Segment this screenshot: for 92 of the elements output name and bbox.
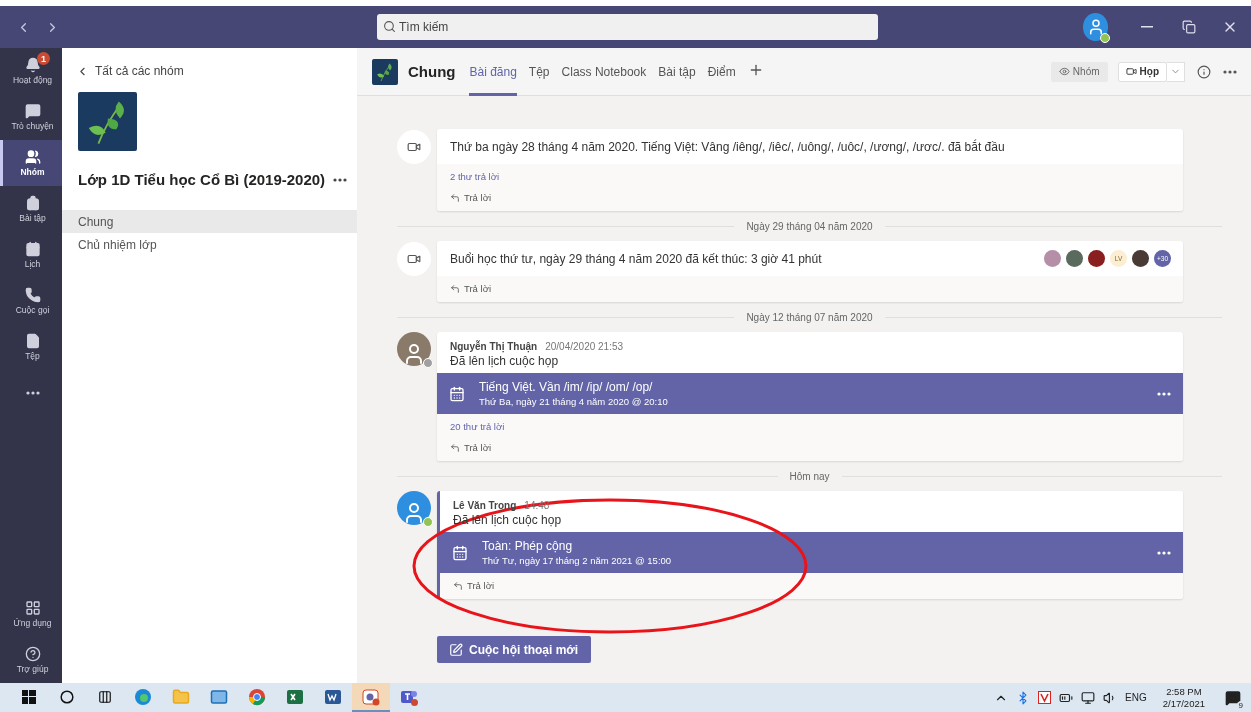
- tab[interactable]: Điểm: [707, 47, 736, 96]
- rail-item[interactable]: Tệp: [0, 324, 62, 370]
- browser-icon: [134, 687, 152, 706]
- rail-item[interactable]: Trợ giúp: [0, 637, 62, 683]
- author-name: Nguyễn Thị Thuận: [450, 341, 538, 352]
- meet-button[interactable]: Họp: [1117, 61, 1167, 82]
- browser-icon: [248, 687, 266, 706]
- rail-item[interactable]: Cuộc gọi: [0, 278, 62, 324]
- post-time: 20/04/2020 21:53: [545, 341, 624, 352]
- more-icon[interactable]: [1157, 391, 1171, 396]
- event-time: Thứ Tư, ngày 17 tháng 2 năm 2021 @ 15:00: [482, 555, 673, 566]
- team-name: Lớp 1D Tiểu học Cổ Bì (2019-2020): [78, 171, 326, 188]
- meeting-app-icon: [361, 686, 381, 707]
- channel-title: Chung: [408, 63, 456, 80]
- date-divider: Ngày 12 tháng 07 năm 2020: [745, 311, 874, 323]
- minimize-icon: [1141, 26, 1154, 28]
- apps-icon: [24, 600, 41, 616]
- reply-arrow-icon: [450, 192, 460, 203]
- event-title: Toàn: Phép cộng: [482, 539, 574, 553]
- help-icon: [24, 646, 41, 662]
- video-camera-icon: [1125, 66, 1137, 77]
- reply-arrow-icon: [453, 580, 463, 591]
- meeting-event-bar[interactable]: Toàn: Phép cộng Thứ Tư, ngày 17 tháng 2 năm 2021 @ 15:00: [440, 532, 1183, 573]
- status-dot: [1100, 33, 1111, 43]
- phone-icon: [24, 287, 41, 303]
- reply-arrow-icon: [450, 283, 460, 294]
- rail-item[interactable]: Trò chuyện: [0, 94, 62, 140]
- tab[interactable]: Bài tập: [658, 47, 696, 96]
- calendar-icon: [452, 544, 468, 561]
- eye-icon: [1058, 66, 1070, 77]
- network-icon[interactable]: [1081, 690, 1096, 705]
- meeting-message: Thứ ba ngày 28 tháng 4 năm 2020. Tiếng Việt: Vâng /iêng/, /iêc/, /uông/, /uôc/, /ương/, /ươc/. đã bắt đầu: [450, 139, 1005, 154]
- tab[interactable]: Tệp: [528, 47, 550, 96]
- clock[interactable]: 2:58 PM 2/17/2021: [1162, 685, 1205, 710]
- new-conversation-button[interactable]: Cuộc hội thoại mới: [437, 636, 591, 663]
- calendar-icon: [24, 241, 41, 257]
- more-icon: [1223, 69, 1237, 74]
- folder-icon: [172, 687, 190, 706]
- meeting-message: Buổi học thứ tư, ngày 29 tháng 4 năm 2020 đã kết thúc: 3 giờ 41 phút: [450, 251, 822, 266]
- antivirus-icon[interactable]: [1038, 691, 1052, 704]
- replies-link[interactable]: 20 thư trả lời: [450, 421, 1170, 432]
- reply-link[interactable]: Trả lời: [450, 192, 1170, 203]
- language-indicator[interactable]: ENG: [1125, 692, 1147, 703]
- search-icon: [383, 20, 396, 33]
- spreadsheet-icon: [286, 687, 304, 706]
- chat-icon: [24, 103, 41, 119]
- calendar-icon: [449, 385, 465, 402]
- video-camera-icon: [407, 252, 421, 266]
- notification-icon: [1225, 689, 1241, 706]
- reply-arrow-icon: [450, 442, 460, 453]
- meeting-event-bar[interactable]: Tiếng Việt. Vần /im/ /ip/ /om/ /op/ Thứ Ba, ngày 21 tháng 4 năm 2020 @ 20:10: [437, 373, 1183, 414]
- compose-icon: [449, 642, 463, 657]
- author-name: Lê Văn Trọng: [453, 500, 517, 511]
- circle-icon: [60, 689, 74, 704]
- team-button[interactable]: Nhóm: [1050, 61, 1108, 82]
- notifications-button[interactable]: 9: [1221, 689, 1245, 706]
- date-divider: Hôm nay: [788, 470, 831, 482]
- rail-item[interactable]: Nhóm: [0, 140, 62, 186]
- info-icon: [1197, 64, 1211, 79]
- tab[interactable]: Class Notebook: [561, 47, 647, 96]
- bell-icon: [24, 57, 41, 73]
- taskbar-app[interactable]: [352, 683, 390, 712]
- rail-item[interactable]: Ứng dụng: [0, 591, 62, 637]
- channel-item[interactable]: Chủ nhiệm lớp: [62, 233, 357, 256]
- backpack-icon: [24, 195, 41, 211]
- replies-link[interactable]: 2 thư trả lời: [450, 171, 1170, 182]
- post-text: Đã lên lịch cuộc họp: [450, 354, 559, 368]
- channel-item[interactable]: Chung: [62, 210, 357, 233]
- more-icon[interactable]: [1157, 550, 1171, 555]
- back-link[interactable]: Tất cả các nhóm: [62, 64, 357, 78]
- restore-icon: [1181, 20, 1196, 34]
- video-camera-icon: [407, 140, 421, 154]
- date-divider: Ngày 29 tháng 04 năm 2020: [745, 220, 874, 232]
- search-field[interactable]: Tìm kiếm: [377, 14, 879, 40]
- event-time: Thứ Ba, ngày 21 tháng 4 năm 2020 @ 20:10: [479, 396, 669, 407]
- people-icon: [24, 149, 41, 165]
- rail-item[interactable]: Lịch: [0, 232, 62, 278]
- more-icon[interactable]: [333, 177, 348, 182]
- mail-icon: [210, 687, 228, 706]
- reply-link[interactable]: Trả lời: [450, 442, 1170, 453]
- task-view-icon: [98, 689, 112, 704]
- rail-item[interactable]: Hoạt động 1: [0, 48, 62, 94]
- more-icon: [25, 391, 40, 395]
- tab[interactable]: Bài đăng: [469, 47, 517, 96]
- user-avatar[interactable]: [1083, 13, 1109, 41]
- rail-item[interactable]: Bài tập: [0, 186, 62, 232]
- document-icon: [324, 687, 342, 706]
- post-time: 14:48: [524, 500, 550, 511]
- event-title: Tiếng Việt. Vần /im/ /ip/ /om/ /op/: [479, 380, 654, 394]
- file-icon: [24, 333, 41, 349]
- windows-logo-icon: [22, 689, 36, 704]
- notification-badge: 1: [37, 52, 50, 65]
